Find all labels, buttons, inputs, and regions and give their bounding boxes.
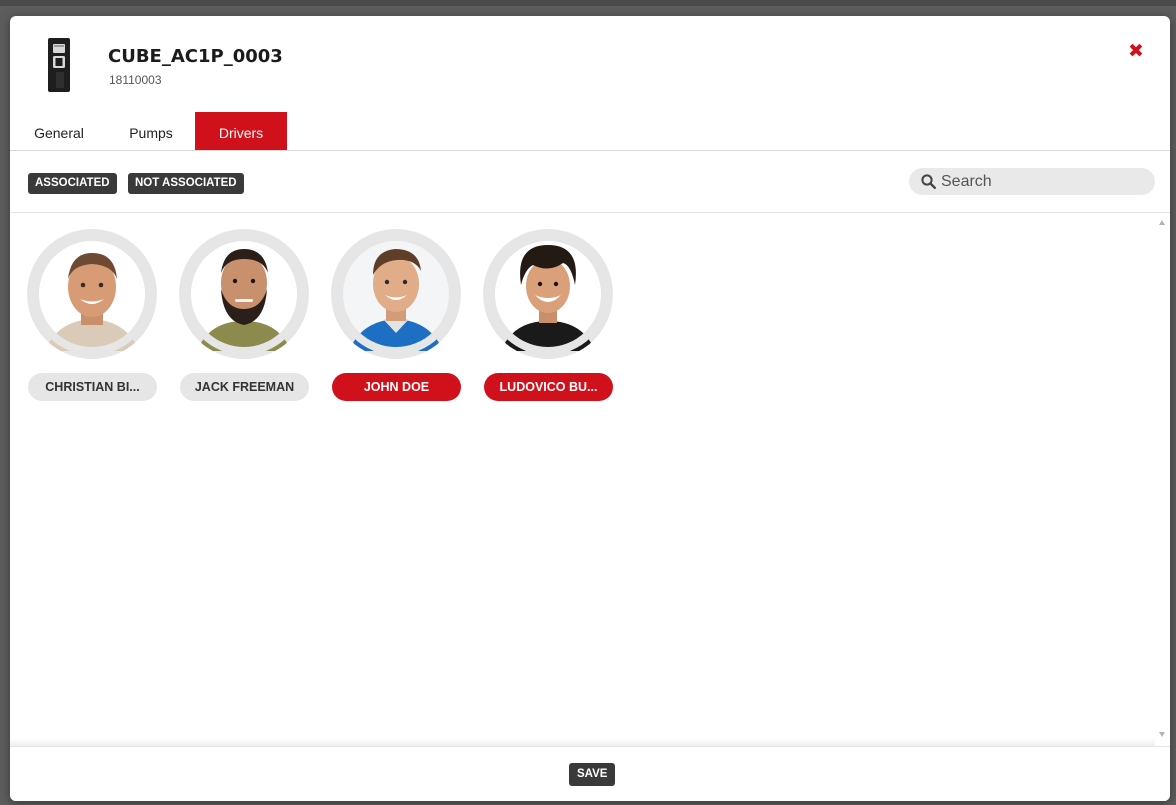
driver-card[interactable]: LUDOVICO BU...	[483, 229, 613, 401]
modal-footer: SAVE	[10, 746, 1170, 801]
page-backdrop	[0, 0, 1176, 6]
tabs-divider	[10, 150, 1170, 151]
tab-general[interactable]: General	[26, 112, 92, 150]
driver-name: LUDOVICO BU...	[484, 373, 613, 401]
search-input[interactable]	[941, 168, 1141, 195]
search-box	[909, 168, 1155, 195]
driver-avatar	[179, 229, 309, 359]
tab-drivers[interactable]: Drivers	[195, 112, 287, 150]
driver-name: CHRISTIAN BI...	[28, 373, 157, 401]
device-title: CUBE_AC1P_0003	[108, 46, 283, 67]
driver-name: JOHN DOE	[332, 373, 461, 401]
tab-bar: General Pumps Drivers	[10, 112, 1170, 150]
search-icon	[921, 174, 936, 189]
save-button[interactable]: SAVE	[569, 763, 616, 786]
associated-filter-button[interactable]: ASSOCIATED	[28, 173, 117, 194]
drivers-scrollbar[interactable]	[1155, 213, 1170, 746]
driver-card[interactable]: JACK FREEMAN	[179, 229, 309, 401]
driver-avatar	[331, 229, 461, 359]
driver-card[interactable]: CHRISTIAN BI...	[27, 229, 157, 401]
driver-card[interactable]: JOHN DOE	[331, 229, 461, 401]
tab-pumps[interactable]: Pumps	[118, 112, 184, 150]
drivers-grid: CHRISTIAN BI... JACK FREEMAN JOHN DOE LU…	[10, 213, 1155, 746]
driver-avatar	[483, 229, 613, 359]
scroll-down-icon[interactable]	[1159, 732, 1165, 737]
driver-name: JACK FREEMAN	[180, 373, 309, 401]
close-icon[interactable]: ✖	[1127, 42, 1145, 61]
driver-avatar	[27, 229, 157, 359]
device-serial: 18110003	[109, 73, 162, 87]
scroll-up-icon[interactable]	[1159, 220, 1165, 225]
device-detail-modal: CUBE_AC1P_0003 18110003 ✖ General Pumps …	[10, 16, 1170, 801]
fuel-pump-device-icon	[48, 38, 70, 92]
modal-header: CUBE_AC1P_0003 18110003 ✖	[10, 16, 1170, 112]
not-associated-filter-button[interactable]: NOT ASSOCIATED	[128, 173, 244, 194]
